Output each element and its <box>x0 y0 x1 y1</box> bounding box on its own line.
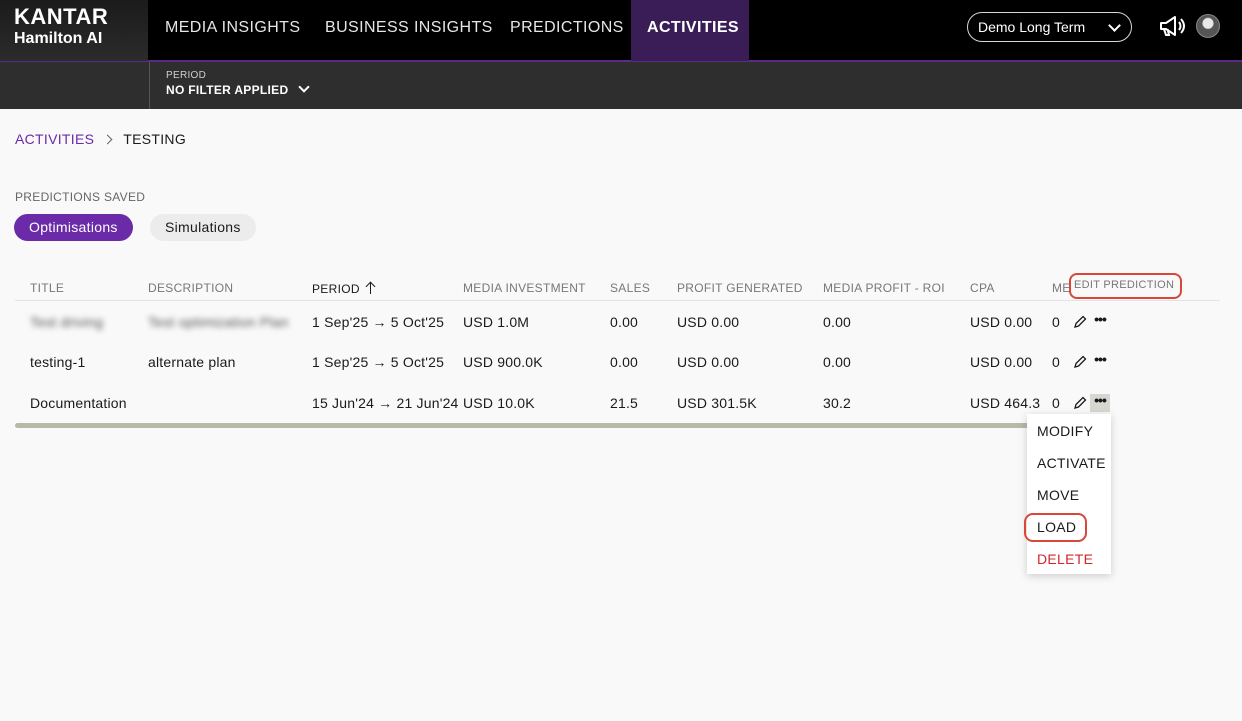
cell-sales: 21.5 <box>610 395 639 411</box>
cell-me: 0 <box>1052 314 1060 330</box>
column-header-me[interactable]: ME <box>1052 281 1071 295</box>
workspace-selector[interactable]: Demo Long Term <box>967 12 1132 42</box>
cell-description: alternate plan <box>148 354 236 370</box>
workspace-label: Demo Long Term <box>978 19 1086 35</box>
breadcrumb-current: TESTING <box>123 131 187 147</box>
cell-cpa: USD 464.3 <box>970 395 1041 411</box>
megaphone-icon[interactable] <box>1158 14 1186 38</box>
chevron-right-icon <box>102 134 113 145</box>
menu-item-activate[interactable]: ACTIVATE <box>1037 455 1106 471</box>
more-options-icon[interactable]: ••• <box>1090 393 1110 412</box>
edit-prediction-header: EDIT PREDICTION <box>1069 273 1182 299</box>
column-header-title[interactable]: TITLE <box>30 281 64 295</box>
breadcrumb: ACTIVITIES TESTING <box>15 131 186 147</box>
pencil-icon[interactable] <box>1073 396 1087 410</box>
menu-item-modify[interactable]: MODIFY <box>1037 423 1093 439</box>
column-header-cpa[interactable]: CPA <box>970 281 995 295</box>
cell-period: 1 Sep'25 → 5 Oct'25 <box>312 354 445 370</box>
pencil-icon[interactable] <box>1073 355 1087 369</box>
sort-ascending-icon <box>366 282 376 294</box>
column-header-roi[interactable]: MEDIA PROFIT - ROI <box>823 281 945 295</box>
more-options-icon[interactable]: ••• <box>1090 352 1110 371</box>
column-header-sales[interactable]: SALES <box>610 281 650 295</box>
logo-line1: KANTAR <box>14 4 109 29</box>
cell-title: Test driving <box>30 314 104 330</box>
cell-sales: 0.00 <box>610 314 639 330</box>
tab-predictions[interactable]: PREDICTIONS <box>494 0 640 61</box>
row-actions-menu: MODIFY ACTIVATE MOVE LOAD DELETE <box>1027 414 1111 574</box>
cell-me: 0 <box>1052 354 1060 370</box>
cell-title: testing-1 <box>30 354 86 370</box>
filter-bar: PERIOD NO FILTER APPLIED <box>0 62 1242 109</box>
tab-activities[interactable]: ACTIVITIES <box>631 0 749 61</box>
pencil-icon[interactable] <box>1073 315 1087 329</box>
cell-period: 15 Jun'24 → 21 Jun'24 <box>312 395 459 411</box>
cell-media-investment: USD 10.0K <box>463 395 535 411</box>
cell-title: Documentation <box>30 395 127 411</box>
period-filter-text: NO FILTER APPLIED <box>166 83 289 97</box>
column-header-period-label: PERIOD <box>312 282 360 296</box>
period-filter-label: PERIOD <box>166 70 207 81</box>
tab-optimisations[interactable]: Optimisations <box>14 214 133 241</box>
menu-item-move[interactable]: MOVE <box>1037 487 1079 503</box>
horizontal-scrollbar[interactable] <box>15 423 1085 428</box>
period-filter[interactable]: PERIOD NO FILTER APPLIED <box>149 62 311 109</box>
header-divider <box>15 300 1220 301</box>
load-highlight <box>1024 513 1087 542</box>
tab-business-insights[interactable]: BUSINESS INSIGHTS <box>309 0 509 61</box>
logo-line2: Hamilton AI <box>14 30 103 47</box>
cell-me: 0 <box>1052 395 1060 411</box>
tab-simulations[interactable]: Simulations <box>150 214 256 241</box>
column-header-profit[interactable]: PROFIT GENERATED <box>677 281 803 295</box>
menu-item-delete[interactable]: DELETE <box>1037 551 1093 567</box>
column-header-period[interactable]: PERIOD <box>312 281 376 296</box>
avatar[interactable] <box>1196 14 1220 38</box>
column-header-description[interactable]: DESCRIPTION <box>148 281 233 295</box>
cell-media-investment: USD 1.0M <box>463 314 530 330</box>
breadcrumb-activities-link[interactable]: ACTIVITIES <box>15 131 94 147</box>
cell-roi: 30.2 <box>823 395 852 411</box>
cell-profit: USD 0.00 <box>677 314 740 330</box>
cell-sales: 0.00 <box>610 354 639 370</box>
cell-profit: USD 0.00 <box>677 354 740 370</box>
top-nav: KANTAR Hamilton AI MEDIA INSIGHTS BUSINE… <box>0 0 1242 62</box>
cell-cpa: USD 0.00 <box>970 354 1033 370</box>
period-filter-value: NO FILTER APPLIED <box>166 81 311 97</box>
chevron-down-icon <box>1108 19 1121 32</box>
cell-period: 1 Sep'25 → 5 Oct'25 <box>312 314 445 330</box>
cell-profit: USD 301.5K <box>677 395 757 411</box>
logo[interactable]: KANTAR Hamilton AI <box>0 0 148 61</box>
cell-cpa: USD 0.00 <box>970 314 1033 330</box>
cell-roi: 0.00 <box>823 314 852 330</box>
section-title: PREDICTIONS SAVED <box>15 190 146 204</box>
chevron-down-icon <box>298 81 311 93</box>
more-options-icon[interactable]: ••• <box>1090 312 1110 331</box>
column-header-media-investment[interactable]: MEDIA INVESTMENT <box>463 281 586 295</box>
cell-description: Test optimization Plan <box>148 314 289 330</box>
tab-media-insights[interactable]: MEDIA INSIGHTS <box>149 0 316 61</box>
cell-media-investment: USD 900.0K <box>463 354 543 370</box>
cell-roi: 0.00 <box>823 354 852 370</box>
